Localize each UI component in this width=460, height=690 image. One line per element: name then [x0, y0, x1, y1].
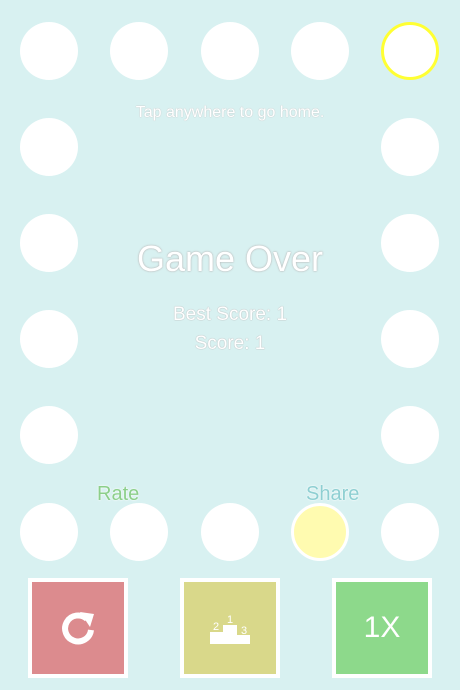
dot-bottom-1 [20, 503, 78, 561]
dot-top-5-highlighted [381, 22, 439, 80]
leaderboard-button[interactable]: 1 2 3 [180, 578, 280, 678]
dot-top-2 [110, 22, 168, 80]
podium-icon: 1 2 3 [210, 614, 250, 644]
dot-top-3 [201, 22, 259, 80]
dot-left-4 [20, 406, 78, 464]
speed-label: 1X [363, 611, 401, 644]
share-link[interactable]: Share [306, 483, 359, 506]
rate-link[interactable]: Rate [97, 483, 139, 506]
speed-button[interactable]: 1X [332, 578, 432, 678]
dot-bottom-2 [110, 503, 168, 561]
podium-second-label: 2 [213, 621, 219, 633]
current-score-text: Score: 1 [194, 333, 266, 354]
game-over-title: Game Over [136, 238, 324, 279]
go-home-hint[interactable]: Tap anywhere to go home. [0, 104, 460, 122]
restart-icon [62, 612, 94, 645]
dot-bottom-5 [381, 503, 439, 561]
best-score-text: Best Score: 1 [172, 304, 288, 325]
restart-button[interactable] [28, 578, 128, 678]
podium-first-label: 1 [227, 614, 233, 626]
dot-right-1 [381, 118, 439, 176]
dot-top-4 [291, 22, 349, 80]
dot-top-1 [20, 22, 78, 80]
dot-bottom-4-active [291, 503, 349, 561]
dot-bottom-3 [201, 503, 259, 561]
dot-left-1 [20, 118, 78, 176]
dot-right-4 [381, 406, 439, 464]
podium-third-label: 3 [241, 625, 247, 637]
